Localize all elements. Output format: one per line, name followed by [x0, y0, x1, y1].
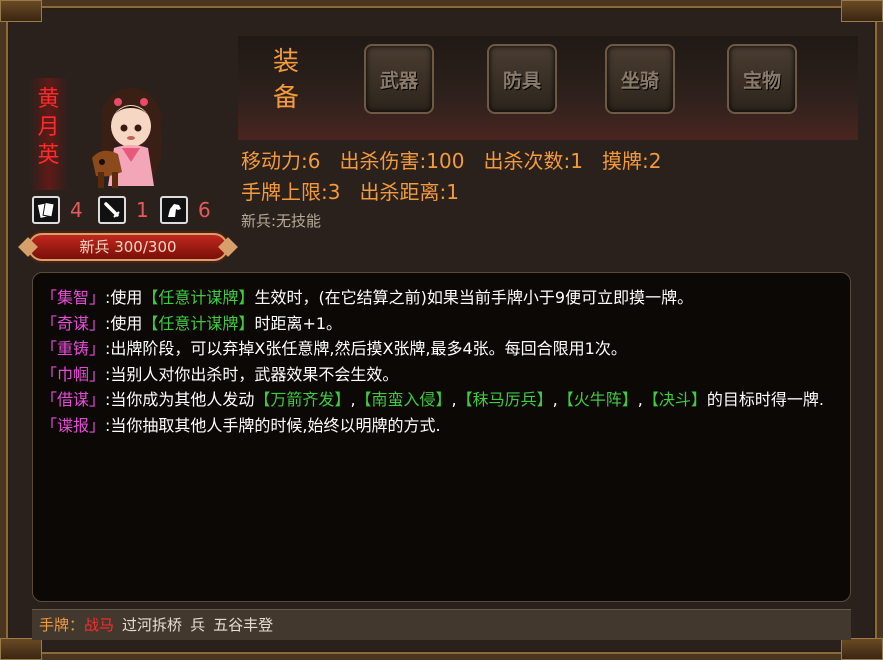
skill-text: :使用 — [105, 288, 143, 307]
hero-name-char: 月 — [37, 115, 61, 140]
skill-name: 「奇谋」 — [41, 313, 106, 333]
hand-count-stat: 4 — [32, 196, 83, 224]
attack-value: 1 — [136, 198, 149, 222]
skill-card-reference: 【秣马厉兵】 — [456, 390, 553, 409]
skill-card-reference: 【南蛮入侵】 — [355, 390, 452, 409]
attributes-line-1: 移动力:6 出杀伤害:100 出杀次数:1 摸牌:2 — [241, 149, 662, 173]
horse-icon — [160, 196, 188, 224]
skill-row: 「重铸」:出牌阶段，可以弃掉X张任意牌,然后摸X张牌,最多4张。每回合限用1次。 — [41, 336, 842, 362]
equipment-title: 装 备 — [266, 44, 306, 116]
hand-card[interactable]: 五谷丰登 — [213, 616, 273, 634]
frame-corner — [0, 638, 42, 660]
card-icon — [32, 196, 60, 224]
skill-text: 生效时，(在它结算之前)如果当前手牌小于9便可立即摸一牌。 — [254, 288, 694, 307]
skill-name: 「集智」 — [41, 288, 106, 307]
equipment-title-char: 备 — [272, 83, 299, 113]
attributes-line-2: 手牌上限:3 出杀距离:1 — [241, 180, 459, 204]
hero-name-char: 英 — [37, 143, 61, 168]
skill-card-reference: 【决斗】 — [642, 390, 707, 409]
skill-row: 「奇谋」:使用【任意计谋牌】时距离+1。 — [41, 311, 842, 337]
skill-name: 「谍报」 — [41, 415, 106, 435]
skill-card-reference: 【任意计谋牌】 — [142, 288, 255, 307]
hand-label: 手牌 — [39, 616, 70, 634]
skill-text: :当别人对你出杀时，武器效果不会生效。 — [105, 364, 399, 384]
skill-name: 「借谋」 — [41, 390, 106, 409]
skill-name: 「重铸」 — [41, 339, 106, 358]
attack-stat: 1 — [98, 196, 149, 224]
hero-name: 黄 月 英 — [30, 78, 68, 190]
skill-description-box[interactable]: 「集智」:使用【任意计谋牌】生效时，(在它结算之前)如果当前手牌小于9便可立即摸… — [32, 272, 851, 602]
hero-name-char: 黄 — [37, 87, 61, 112]
hand-cards-bar: 手牌：战马 过河拆桥兵五谷丰登 — [32, 609, 851, 640]
skill-card-reference: 【任意计谋牌】 — [142, 313, 255, 333]
frame-corner — [841, 638, 883, 660]
hand-card[interactable]: 兵 — [190, 616, 205, 634]
skill-text: :当你抽取其他人手牌的时候,始终以明牌的方式. — [105, 415, 441, 435]
skill-card-reference: 【火牛阵】 — [557, 390, 638, 409]
skill-row: 「集智」:使用【任意计谋牌】生效时，(在它结算之前)如果当前手牌小于9便可立即摸… — [41, 285, 842, 311]
hand-card[interactable]: 过河拆桥 — [122, 616, 182, 634]
frame-corner — [841, 0, 883, 22]
mount-slot[interactable]: 坐骑 — [605, 44, 675, 114]
skill-row: 「借谋」:当你成为其他人发动【万箭齐发】,【南蛮入侵】,【秣马厉兵】,【火牛阵】… — [41, 387, 842, 413]
skill-text: :出牌阶段，可以弃掉X张任意牌,然后摸X张牌,最多4张。每回合限用1次。 — [105, 339, 627, 358]
hand-card[interactable]: 战马 — [84, 616, 114, 634]
equipment-title-char: 装 — [272, 47, 299, 77]
skill-row: 「巾帼」:当别人对你出杀时，武器效果不会生效。 — [41, 362, 842, 388]
sword-icon — [98, 196, 126, 224]
skill-text: 的目标时得一牌. — [706, 390, 824, 409]
skill-name: 「巾帼」 — [41, 364, 106, 384]
rank-hp-bar: 新兵 300/300 — [28, 233, 228, 261]
weapon-slot[interactable]: 武器 — [364, 44, 434, 114]
frame-corner — [0, 0, 42, 22]
skill-card-reference: 【万箭齐发】 — [254, 390, 351, 409]
skill-text: :当你成为其他人发动 — [105, 390, 255, 409]
skill-text: 时距离+1。 — [254, 313, 343, 333]
armor-slot[interactable]: 防具 — [487, 44, 557, 114]
skill-row: 「谍报」:当你抽取其他人手牌的时候,始终以明牌的方式. — [41, 413, 842, 439]
hand-card-list: 战马 过河拆桥兵五谷丰登 — [84, 616, 273, 634]
move-value: 6 — [198, 198, 211, 222]
hand-count-value: 4 — [70, 198, 83, 222]
treasure-slot[interactable]: 宝物 — [727, 44, 797, 114]
hero-portrait[interactable] — [88, 82, 174, 192]
hand-label-separator: ： — [69, 616, 85, 634]
passive-skill-text: 新兵:无技能 — [241, 212, 322, 230]
move-stat: 6 — [160, 196, 211, 224]
skill-text: :使用 — [105, 313, 143, 333]
